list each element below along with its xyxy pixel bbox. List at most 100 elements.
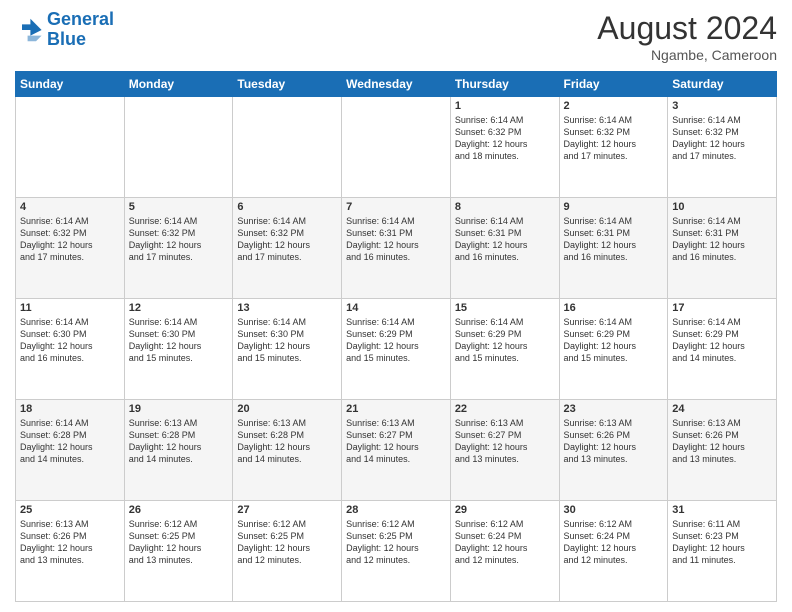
- calendar-cell: 27 Sunrise: 6:12 AM Sunset: 6:25 PM Dayli…: [233, 501, 342, 602]
- calendar-header-saturday: Saturday: [668, 72, 777, 97]
- day-info: Sunrise: 6:14 AM Sunset: 6:32 PM Dayligh…: [672, 114, 772, 163]
- day-info: Sunrise: 6:11 AM Sunset: 6:23 PM Dayligh…: [672, 518, 772, 567]
- title-block: August 2024 Ngambe, Cameroon: [597, 10, 777, 63]
- day-number: 2: [564, 100, 664, 112]
- calendar-cell: 5 Sunrise: 6:14 AM Sunset: 6:32 PM Daylig…: [124, 198, 233, 299]
- day-info: Sunrise: 6:14 AM Sunset: 6:30 PM Dayligh…: [237, 316, 337, 365]
- calendar-cell: [124, 97, 233, 198]
- calendar-cell: 30 Sunrise: 6:12 AM Sunset: 6:24 PM Dayli…: [559, 501, 668, 602]
- calendar-cell: 24Sunrise: 6:13 AM Sunset: 6:26 PM Dayli…: [668, 400, 777, 501]
- day-number: 20: [237, 403, 337, 415]
- day-number: 1: [455, 100, 555, 112]
- calendar-header-thursday: Thursday: [450, 72, 559, 97]
- calendar-week-3: 11 Sunrise: 6:14 AM Sunset: 6:30 PM Dayli…: [16, 299, 777, 400]
- location: Ngambe, Cameroon: [597, 47, 777, 63]
- month-title: August 2024: [597, 10, 777, 47]
- calendar-cell: 3 Sunrise: 6:14 AM Sunset: 6:32 PM Daylig…: [668, 97, 777, 198]
- day-info: Sunrise: 6:13 AM Sunset: 6:26 PM Dayligh…: [20, 518, 120, 567]
- calendar-cell: [16, 97, 125, 198]
- day-number: 26: [129, 504, 229, 516]
- day-info: Sunrise: 6:13 AM Sunset: 6:27 PM Dayligh…: [346, 417, 446, 466]
- day-number: 16: [564, 302, 664, 314]
- calendar-cell: 6 Sunrise: 6:14 AM Sunset: 6:32 PM Daylig…: [233, 198, 342, 299]
- calendar-cell: 31 Sunrise: 6:11 AM Sunset: 6:23 PM Dayli…: [668, 501, 777, 602]
- calendar-cell: [233, 97, 342, 198]
- day-number: 7: [346, 201, 446, 213]
- day-number: 8: [455, 201, 555, 213]
- day-info: Sunrise: 6:13 AM Sunset: 6:26 PM Dayligh…: [672, 417, 772, 466]
- day-info: Sunrise: 6:14 AM Sunset: 6:31 PM Dayligh…: [672, 215, 772, 264]
- day-number: 21: [346, 403, 446, 415]
- day-info: Sunrise: 6:14 AM Sunset: 6:30 PM Dayligh…: [20, 316, 120, 365]
- day-number: 31: [672, 504, 772, 516]
- calendar-cell: 7Sunrise: 6:14 AM Sunset: 6:31 PM Daylig…: [342, 198, 451, 299]
- day-info: Sunrise: 6:14 AM Sunset: 6:32 PM Dayligh…: [564, 114, 664, 163]
- page: General Blue August 2024 Ngambe, Cameroo…: [0, 0, 792, 612]
- day-info: Sunrise: 6:13 AM Sunset: 6:27 PM Dayligh…: [455, 417, 555, 466]
- calendar-week-1: 1 Sunrise: 6:14 AM Sunset: 6:32 PM Daylig…: [16, 97, 777, 198]
- day-number: 28: [346, 504, 446, 516]
- day-number: 11: [20, 302, 120, 314]
- day-number: 29: [455, 504, 555, 516]
- day-number: 14: [346, 302, 446, 314]
- calendar-cell: 15 Sunrise: 6:14 AM Sunset: 6:29 PM Dayli…: [450, 299, 559, 400]
- day-number: 22: [455, 403, 555, 415]
- day-info: Sunrise: 6:12 AM Sunset: 6:25 PM Dayligh…: [346, 518, 446, 567]
- day-number: 9: [564, 201, 664, 213]
- calendar-cell: 23Sunrise: 6:13 AM Sunset: 6:26 PM Dayli…: [559, 400, 668, 501]
- logo-icon: [15, 16, 43, 44]
- calendar-cell: 16Sunrise: 6:14 AM Sunset: 6:29 PM Dayli…: [559, 299, 668, 400]
- calendar-header-sunday: Sunday: [16, 72, 125, 97]
- calendar-week-2: 4 Sunrise: 6:14 AM Sunset: 6:32 PM Daylig…: [16, 198, 777, 299]
- day-number: 3: [672, 100, 772, 112]
- calendar-header-tuesday: Tuesday: [233, 72, 342, 97]
- day-number: 30: [564, 504, 664, 516]
- day-info: Sunrise: 6:13 AM Sunset: 6:28 PM Dayligh…: [237, 417, 337, 466]
- calendar-cell: 20 Sunrise: 6:13 AM Sunset: 6:28 PM Dayli…: [233, 400, 342, 501]
- calendar-cell: 25 Sunrise: 6:13 AM Sunset: 6:26 PM Dayli…: [16, 501, 125, 602]
- day-number: 25: [20, 504, 120, 516]
- day-number: 13: [237, 302, 337, 314]
- calendar-cell: 8Sunrise: 6:14 AM Sunset: 6:31 PM Daylig…: [450, 198, 559, 299]
- day-info: Sunrise: 6:13 AM Sunset: 6:28 PM Dayligh…: [129, 417, 229, 466]
- day-info: Sunrise: 6:14 AM Sunset: 6:32 PM Dayligh…: [237, 215, 337, 264]
- logo-line1: General: [47, 9, 114, 29]
- day-info: Sunrise: 6:12 AM Sunset: 6:24 PM Dayligh…: [564, 518, 664, 567]
- day-info: Sunrise: 6:12 AM Sunset: 6:25 PM Dayligh…: [129, 518, 229, 567]
- logo-text: General Blue: [47, 10, 114, 50]
- calendar-week-4: 18Sunrise: 6:14 AM Sunset: 6:28 PM Dayli…: [16, 400, 777, 501]
- day-number: 19: [129, 403, 229, 415]
- day-number: 15: [455, 302, 555, 314]
- logo: General Blue: [15, 10, 114, 50]
- calendar-cell: 19 Sunrise: 6:13 AM Sunset: 6:28 PM Dayli…: [124, 400, 233, 501]
- day-info: Sunrise: 6:14 AM Sunset: 6:30 PM Dayligh…: [129, 316, 229, 365]
- day-number: 4: [20, 201, 120, 213]
- day-info: Sunrise: 6:14 AM Sunset: 6:28 PM Dayligh…: [20, 417, 120, 466]
- day-info: Sunrise: 6:14 AM Sunset: 6:29 PM Dayligh…: [455, 316, 555, 365]
- day-info: Sunrise: 6:14 AM Sunset: 6:32 PM Dayligh…: [455, 114, 555, 163]
- header: General Blue August 2024 Ngambe, Cameroo…: [15, 10, 777, 63]
- day-info: Sunrise: 6:12 AM Sunset: 6:25 PM Dayligh…: [237, 518, 337, 567]
- calendar-header-wednesday: Wednesday: [342, 72, 451, 97]
- day-info: Sunrise: 6:12 AM Sunset: 6:24 PM Dayligh…: [455, 518, 555, 567]
- day-info: Sunrise: 6:14 AM Sunset: 6:29 PM Dayligh…: [346, 316, 446, 365]
- calendar-cell: 18Sunrise: 6:14 AM Sunset: 6:28 PM Dayli…: [16, 400, 125, 501]
- day-info: Sunrise: 6:14 AM Sunset: 6:31 PM Dayligh…: [564, 215, 664, 264]
- calendar-cell: 13 Sunrise: 6:14 AM Sunset: 6:30 PM Dayli…: [233, 299, 342, 400]
- calendar-header-monday: Monday: [124, 72, 233, 97]
- calendar-cell: 21 Sunrise: 6:13 AM Sunset: 6:27 PM Dayli…: [342, 400, 451, 501]
- calendar-cell: 12 Sunrise: 6:14 AM Sunset: 6:30 PM Dayli…: [124, 299, 233, 400]
- calendar-cell: 14 Sunrise: 6:14 AM Sunset: 6:29 PM Dayli…: [342, 299, 451, 400]
- day-number: 6: [237, 201, 337, 213]
- logo-line2: Blue: [47, 29, 86, 49]
- calendar-cell: 1 Sunrise: 6:14 AM Sunset: 6:32 PM Daylig…: [450, 97, 559, 198]
- calendar-cell: 29 Sunrise: 6:12 AM Sunset: 6:24 PM Dayli…: [450, 501, 559, 602]
- day-number: 27: [237, 504, 337, 516]
- day-info: Sunrise: 6:14 AM Sunset: 6:32 PM Dayligh…: [129, 215, 229, 264]
- day-info: Sunrise: 6:14 AM Sunset: 6:32 PM Dayligh…: [20, 215, 120, 264]
- calendar-cell: [342, 97, 451, 198]
- day-number: 5: [129, 201, 229, 213]
- day-number: 12: [129, 302, 229, 314]
- day-number: 10: [672, 201, 772, 213]
- calendar-header-row: SundayMondayTuesdayWednesdayThursdayFrid…: [16, 72, 777, 97]
